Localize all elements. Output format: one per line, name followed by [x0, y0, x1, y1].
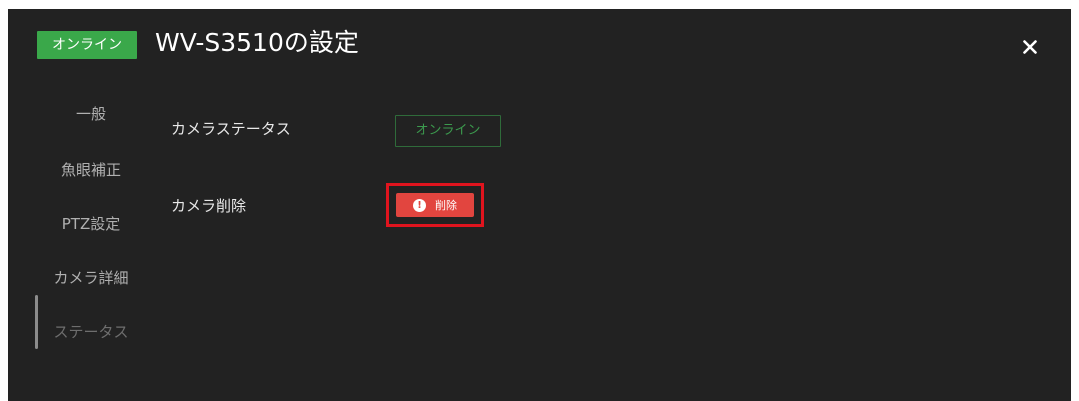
delete-button-label: 削除: [435, 199, 457, 212]
camera-status-badge: オンライン: [395, 115, 501, 147]
camera-status-label: カメラステータス: [171, 120, 291, 138]
camera-delete-label: カメラ削除: [171, 197, 247, 215]
sidebar-item-camera-details[interactable]: カメラ詳細: [36, 265, 146, 291]
online-status-chip: オンライン: [37, 31, 137, 59]
settings-sidebar: 一般 魚眼補正 PTZ設定 カメラ詳細 ステータス: [8, 79, 148, 401]
camera-settings-dialog: オンライン WV-S3510の設定 一般 魚眼補正 PTZ設定 カメラ詳細 ステ…: [8, 9, 1071, 401]
dialog-header: オンライン WV-S3510の設定: [8, 9, 1071, 79]
active-tab-indicator: [35, 295, 38, 349]
sidebar-item-ptz-settings[interactable]: PTZ設定: [36, 211, 146, 237]
close-icon: [1023, 40, 1037, 54]
delete-camera-button[interactable]: ! 削除: [396, 193, 474, 217]
dialog-title: WV-S3510の設定: [155, 28, 359, 57]
alert-icon: !: [413, 198, 426, 212]
sidebar-item-status[interactable]: ステータス: [36, 319, 146, 345]
sidebar-item-fisheye-correction[interactable]: 魚眼補正: [36, 157, 146, 183]
close-button[interactable]: [1014, 31, 1046, 63]
sidebar-item-general[interactable]: 一般: [36, 101, 146, 127]
